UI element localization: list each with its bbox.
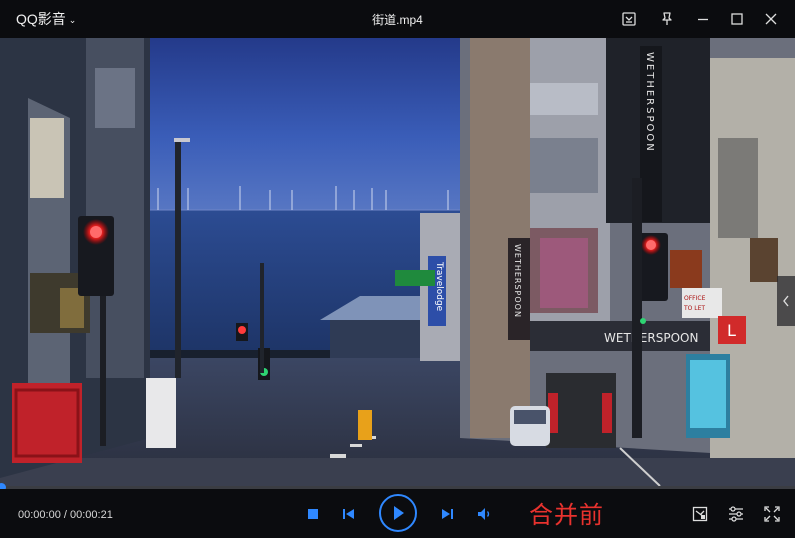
maximize-button[interactable] bbox=[725, 7, 749, 31]
app-menu-label: QQ影音 bbox=[16, 11, 66, 27]
wetherspoon-fascia-text: WETHERSPOON bbox=[604, 331, 698, 345]
minimize-icon bbox=[698, 18, 708, 21]
pin-icon bbox=[662, 12, 672, 25]
play-icon bbox=[394, 506, 404, 520]
fullscreen-icon bbox=[764, 506, 780, 522]
office-sign-text: OFFICE bbox=[684, 295, 706, 302]
pin-button[interactable] bbox=[655, 7, 679, 31]
wetherspoon-vertical-text: WETHERSPOON bbox=[644, 52, 655, 153]
chevron-down-icon: ⌄ bbox=[68, 14, 77, 25]
caption-overlay: 合并前 bbox=[529, 501, 604, 529]
skip-previous-icon bbox=[343, 509, 354, 519]
volume-icon bbox=[478, 508, 490, 520]
minimize-button[interactable] bbox=[691, 7, 715, 31]
close-icon bbox=[765, 13, 777, 25]
settings-button[interactable] bbox=[725, 503, 747, 525]
sliders-icon bbox=[729, 506, 743, 522]
stop-icon bbox=[308, 509, 318, 519]
video-frame[interactable]: Travelodge WETHERSPOON WETHERSPOON WETHE… bbox=[0, 38, 795, 486]
time-separator: / bbox=[60, 509, 70, 521]
close-button[interactable] bbox=[759, 7, 783, 31]
total-time: 00:00:21 bbox=[70, 509, 113, 521]
volume-button[interactable] bbox=[475, 504, 495, 524]
chevron-left-icon bbox=[783, 295, 789, 307]
skip-next-icon bbox=[442, 509, 453, 519]
play-button[interactable] bbox=[379, 494, 417, 532]
previous-button[interactable] bbox=[339, 504, 359, 524]
stop-button[interactable] bbox=[303, 504, 323, 524]
to-let-sign-text: TO LET bbox=[683, 305, 705, 312]
street-scene-image: Travelodge WETHERSPOON WETHERSPOON WETHE… bbox=[0, 38, 795, 486]
travelodge-sign-text: Travelodge bbox=[434, 261, 444, 312]
app-menu-button[interactable]: QQ影音 ⌄ bbox=[16, 9, 76, 29]
screenshot-icon bbox=[692, 506, 708, 522]
maximize-icon bbox=[731, 13, 743, 25]
screenshot-button[interactable] bbox=[689, 503, 711, 525]
time-display: 00:00:00 / 00:00:21 bbox=[18, 509, 113, 521]
title-bar: QQ影音 ⌄ 街道.mp4 bbox=[0, 0, 795, 38]
mini-mode-icon bbox=[622, 12, 636, 26]
mini-mode-button[interactable] bbox=[617, 7, 641, 31]
control-bar: 00:00:00 / 00:00:21 合并前 bbox=[0, 489, 795, 538]
shop-letter-text: L bbox=[727, 321, 736, 340]
wetherspoon-small-vertical-text: WETHERSPOON bbox=[513, 244, 522, 318]
fullscreen-button[interactable] bbox=[761, 503, 783, 525]
current-time: 00:00:00 bbox=[18, 509, 61, 521]
side-panel-toggle[interactable] bbox=[777, 276, 795, 326]
next-button[interactable] bbox=[437, 504, 457, 524]
